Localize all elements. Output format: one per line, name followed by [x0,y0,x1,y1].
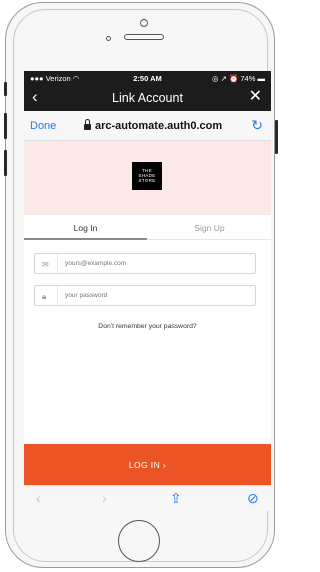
share-icon[interactable]: ⇪ [170,490,182,507]
nav-bar: ‹ Link Account ✕ [24,85,271,111]
logo-line-3: STORE [138,178,156,184]
url-text[interactable]: arc-automate.auth0.com [95,120,222,132]
brand-banner: THE SHADE STORE [24,141,271,215]
auth-tabs: Log In Sign Up [24,215,271,240]
silent-switch [4,82,7,96]
email-field[interactable]: ✉ [34,253,256,274]
compass-icon[interactable]: ⊘ [247,490,259,507]
email-input[interactable] [65,257,245,269]
password-input[interactable] [65,289,245,301]
earpiece-speaker [124,34,164,40]
envelope-icon: ✉ [42,260,49,269]
forgot-password-link[interactable]: Don't remember your password? [24,323,271,330]
close-icon[interactable]: ✕ [249,88,262,106]
status-indicators: ◎ ↗ ⏰ 74% ▬ [211,74,265,83]
forward-arrow-icon[interactable]: › [102,490,107,506]
email-icon-box: ✉ [35,254,58,273]
password-icon-box: 🔒︎ [35,286,58,305]
padlock-icon: 🔒︎ [42,292,47,301]
tab-log-in[interactable]: Log In [24,223,147,233]
log-in-button[interactable]: LOG IN › [24,444,271,485]
front-camera [140,19,148,27]
status-bar: ●●● Verizon ◠ 2:50 AM ◎ ↗ ⏰ 74% ▬ [24,71,271,85]
volume-down-button [4,150,7,176]
battery-percent: 74% [240,74,256,83]
tab-sign-up[interactable]: Sign Up [148,223,271,233]
proximity-sensor [106,36,111,41]
browser-address-bar: Done arc-automate.auth0.com ↻ [24,111,271,141]
browser-toolbar: ‹ › ⇪ ⊘ [24,485,271,511]
active-tab-indicator [24,238,147,240]
volume-up-button [4,113,7,139]
back-arrow-icon[interactable]: ‹ [36,490,41,506]
home-button[interactable] [118,520,160,562]
power-button [275,120,278,154]
password-field[interactable]: 🔒︎ [34,285,256,306]
lock-icon [84,119,91,130]
done-button[interactable]: Done [30,120,56,132]
brand-logo: THE SHADE STORE [132,162,162,190]
reload-icon[interactable]: ↻ [251,117,263,134]
nav-title: Link Account [112,91,183,105]
screen: ●●● Verizon ◠ 2:50 AM ◎ ↗ ⏰ 74% ▬ ‹ Link… [24,71,271,485]
